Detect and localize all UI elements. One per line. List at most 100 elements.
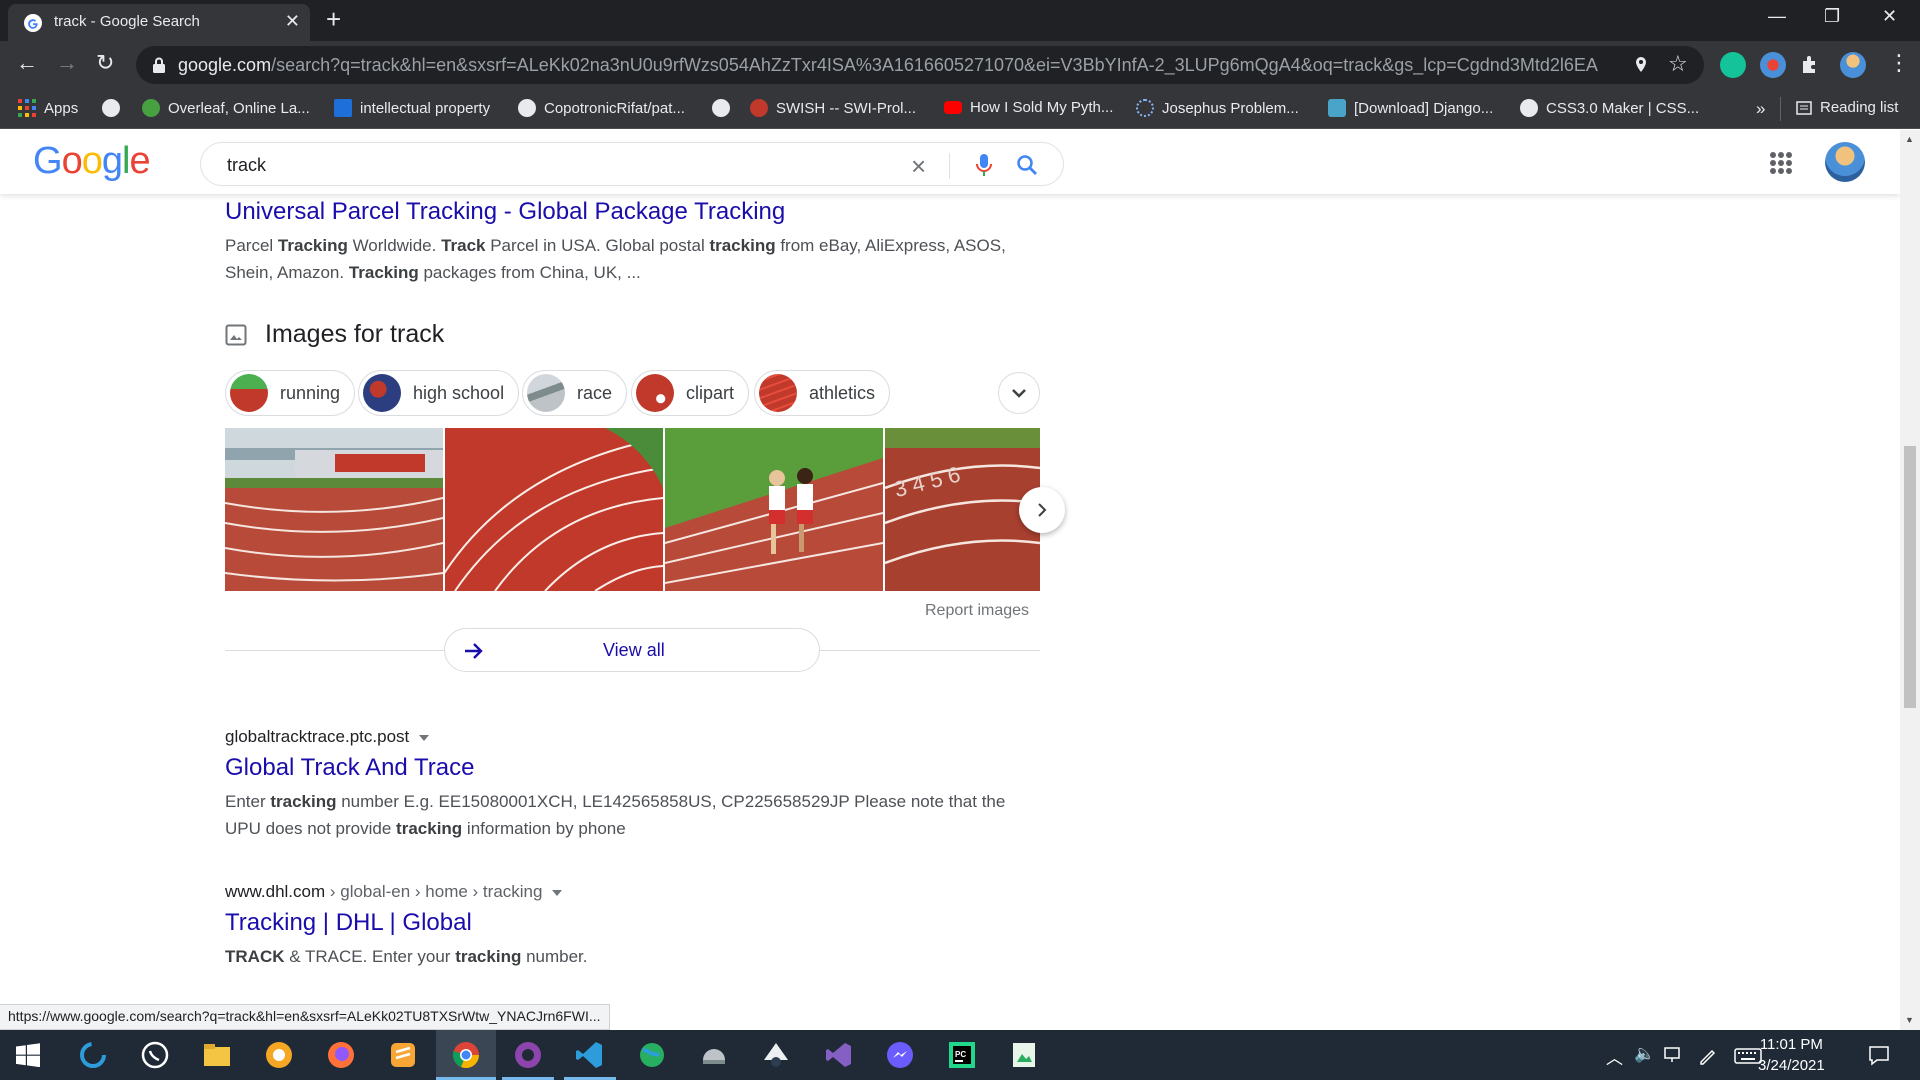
page-scrollbar[interactable]: ▲ ▼	[1900, 130, 1920, 1030]
bookmark-globe-2[interactable]	[712, 99, 730, 117]
caret-down-icon[interactable]	[419, 734, 430, 741]
inkscape-icon[interactable]	[761, 1040, 791, 1070]
vscode-icon[interactable]	[575, 1040, 605, 1070]
bookmark-django[interactable]: [Download] Django...	[1328, 99, 1493, 117]
images-next-button[interactable]	[1019, 487, 1065, 533]
extension-icon[interactable]	[1760, 52, 1786, 78]
pycharm-icon[interactable]: PC	[947, 1040, 977, 1070]
chip-clipart[interactable]: clipart	[631, 370, 750, 416]
grammarly-extension-icon[interactable]	[1720, 52, 1746, 78]
google-apps-icon[interactable]	[1770, 152, 1792, 174]
spreadsheet-app-icon[interactable]	[1009, 1040, 1039, 1070]
result-title-dhl[interactable]: Tracking | DHL | Global	[225, 909, 472, 937]
caret-down-icon[interactable]	[552, 889, 563, 896]
back-arrow-icon[interactable]: ←	[16, 51, 38, 75]
scroll-down-icon[interactable]: ▼	[1905, 1015, 1914, 1025]
bookmark-overleaf[interactable]: Overleaf, Online La...	[142, 99, 310, 117]
chip-thumbnail	[527, 374, 565, 412]
image-result-1[interactable]	[225, 428, 443, 591]
view-all-button[interactable]: View all	[444, 628, 820, 672]
image-result-2[interactable]	[445, 428, 663, 591]
chip-high-school[interactable]: high school	[358, 370, 520, 416]
scroll-up-icon[interactable]: ▲	[1905, 134, 1914, 144]
sync-app-icon[interactable]	[78, 1040, 108, 1070]
chip-athletics[interactable]: athletics	[754, 370, 891, 416]
result-snippet-dhl: TRACK & TRACE. Enter your tracking numbe…	[225, 947, 588, 966]
bookmark-intellectual-property[interactable]: intellectual property	[334, 99, 490, 117]
whatsapp-icon[interactable]	[140, 1040, 170, 1070]
address-bar[interactable]: google.com/search?q=track&hl=en&sxsrf=AL…	[136, 46, 1704, 84]
location-pin-icon[interactable]	[1634, 56, 1648, 74]
microphone-icon[interactable]	[976, 153, 992, 177]
reading-list-button[interactable]: Reading list	[1796, 99, 1898, 116]
chip-running[interactable]: running	[225, 370, 356, 416]
notifications-icon[interactable]	[1868, 1044, 1890, 1066]
reload-icon[interactable]: ↻	[96, 51, 114, 75]
star-icon[interactable]: ☆	[1668, 51, 1688, 77]
bookmark-css-maker[interactable]: CSS3.0 Maker | CSS...	[1520, 99, 1699, 117]
earth-app-icon[interactable]	[637, 1040, 667, 1070]
image-result-3[interactable]	[665, 428, 883, 591]
youtube-icon	[944, 101, 962, 114]
google-favicon-icon	[24, 14, 42, 32]
new-tab-button[interactable]: +	[326, 6, 341, 32]
expand-chips-button[interactable]	[998, 372, 1040, 414]
result-title-global-track-trace[interactable]: Global Track And Trace	[225, 754, 474, 782]
minimize-button[interactable]: —	[1768, 6, 1786, 27]
windows-start-icon[interactable]	[16, 1043, 40, 1067]
firefox-icon[interactable]	[326, 1040, 356, 1070]
scribd-icon	[334, 99, 352, 117]
file-explorer-icon[interactable]	[202, 1040, 232, 1070]
bookmarks-overflow-button[interactable]: »	[1756, 99, 1765, 119]
github-desktop-icon[interactable]	[513, 1040, 543, 1070]
bookmark-youtube[interactable]: How I Sold My Pyth...	[944, 99, 1113, 116]
profile-avatar-icon[interactable]	[1840, 52, 1866, 78]
search-icon[interactable]	[1016, 154, 1038, 176]
menu-kebab-icon[interactable]: ⋮	[1888, 50, 1910, 76]
brave-icon[interactable]	[264, 1040, 294, 1070]
puzzle-extensions-icon[interactable]	[1800, 54, 1822, 76]
result-cite-globaltracktrace[interactable]: globaltracktrace.ptc.post	[225, 727, 430, 747]
tab-close-icon[interactable]: ✕	[285, 12, 300, 30]
report-images-link[interactable]: Report images	[925, 602, 1029, 620]
sublime-icon[interactable]	[388, 1040, 418, 1070]
google-logo[interactable]: Google	[33, 140, 151, 183]
images-section-heading: Images for track	[225, 320, 444, 349]
search-input[interactable]: track	[227, 155, 266, 176]
link-status-bar: https://www.google.com/search?q=track&hl…	[0, 1004, 610, 1030]
bookmark-swish[interactable]: SWISH -- SWI-Prol...	[750, 99, 916, 117]
scrollbar-thumb[interactable]	[1904, 446, 1916, 708]
restore-button[interactable]: ❐	[1824, 6, 1840, 27]
helmet-app-icon[interactable]	[699, 1040, 729, 1070]
chip-race[interactable]: race	[522, 370, 628, 416]
network-icon[interactable]	[1664, 1046, 1684, 1064]
speaker-icon[interactable]: 🔈	[1634, 1044, 1655, 1064]
tab-title: track - Google Search	[54, 13, 200, 30]
forward-arrow-icon[interactable]: →	[56, 51, 78, 75]
bookmark-label: How I Sold My Pyth...	[970, 99, 1114, 116]
bookmark-globe-1[interactable]	[102, 99, 120, 117]
bookmark-label: SWISH -- SWI-Prol...	[776, 99, 916, 117]
tray-chevron-up-icon[interactable]: ︿	[1606, 1044, 1623, 1069]
result-cite-dhl[interactable]: www.dhl.com › global-en › home › trackin…	[225, 882, 563, 902]
browser-toolbar: ← → ↻ google.com/search?q=track&hl=en&sx…	[0, 41, 1920, 89]
account-avatar[interactable]	[1825, 142, 1865, 182]
pen-icon[interactable]	[1698, 1045, 1718, 1065]
bookmark-github[interactable]: CopotronicRifat/pat...	[518, 99, 685, 117]
bookmark-josephus[interactable]: Josephus Problem...	[1136, 99, 1299, 117]
image-result-4[interactable]: 3 4 5 6	[885, 428, 1040, 591]
address-url[interactable]: google.com/search?q=track&hl=en&sxsrf=AL…	[178, 55, 1598, 76]
browser-tab[interactable]: track - Google Search ✕	[8, 4, 310, 41]
search-box[interactable]: track ×	[200, 142, 1064, 186]
chrome-icon[interactable]	[451, 1040, 481, 1070]
google-logo-letter: g	[101, 140, 123, 182]
clear-search-icon[interactable]: ×	[911, 151, 926, 182]
taskbar-clock[interactable]: 11:01 PM 3/24/2021	[1758, 1034, 1825, 1076]
messenger-icon[interactable]	[885, 1040, 915, 1070]
image-icon	[225, 324, 247, 345]
result-title-universal-parcel[interactable]: Universal Parcel Tracking - Global Packa…	[225, 198, 785, 226]
bookmark-label: Apps	[44, 99, 79, 117]
visual-studio-icon[interactable]	[823, 1040, 853, 1070]
close-window-button[interactable]: ✕	[1882, 6, 1897, 27]
bookmark-apps[interactable]: Apps	[18, 99, 78, 117]
